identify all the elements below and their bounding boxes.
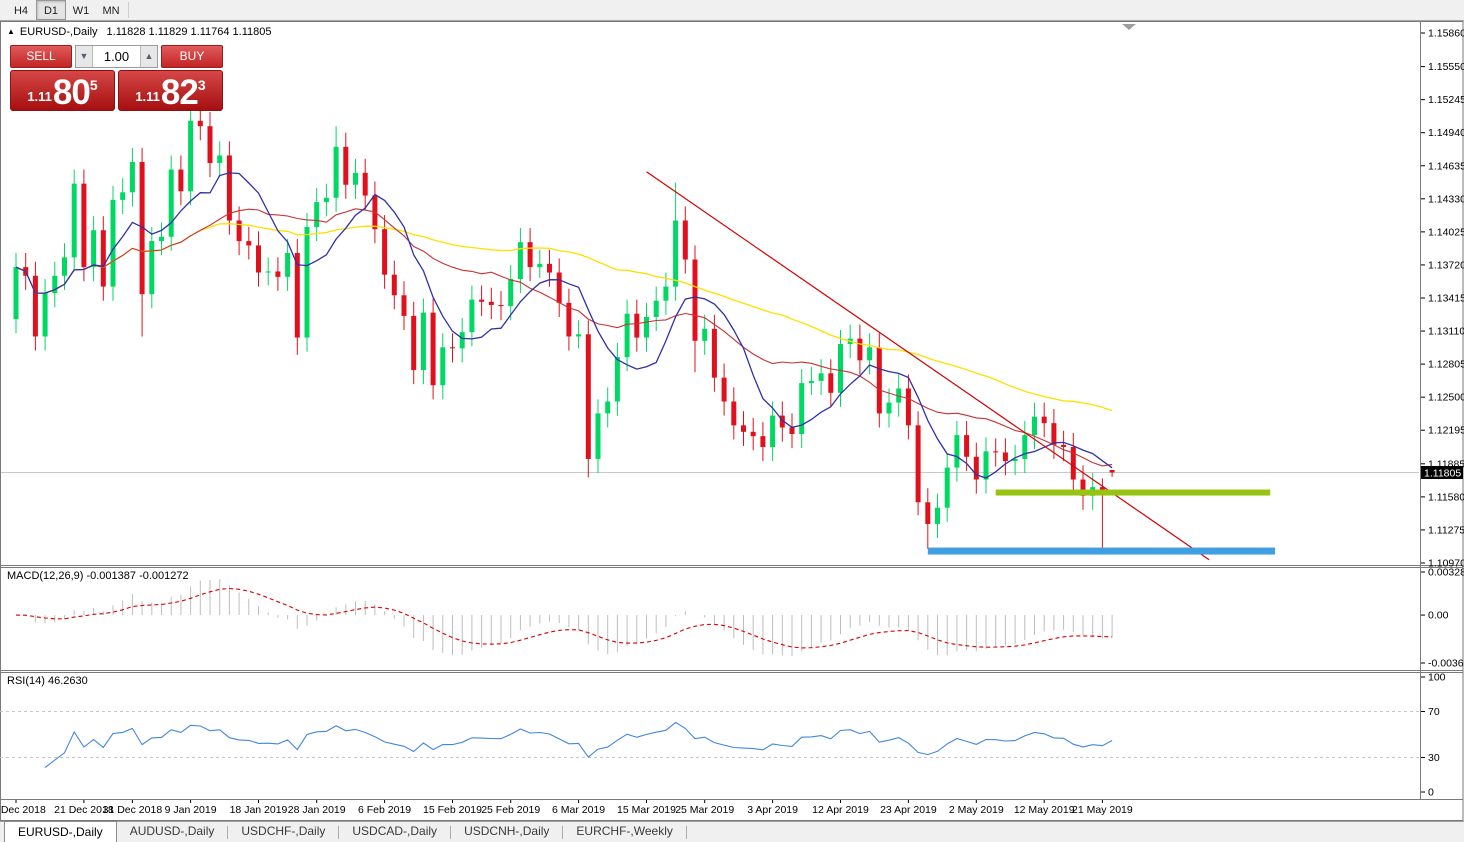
svg-text:0: 0 (1428, 787, 1434, 799)
sell-price-box[interactable]: 1.11 80 5 (10, 70, 115, 111)
buy-price-pipette: 3 (198, 77, 206, 93)
svg-text:25 Mar 2019: 25 Mar 2019 (675, 804, 734, 816)
sell-price-pipette: 5 (90, 77, 98, 93)
timeframe-toolbar: H4 D1 W1 MN (0, 0, 1464, 21)
price-tick-label: 1.11275 (1428, 524, 1464, 536)
price-tick-label: 1.12500 (1428, 392, 1464, 404)
price-tick-label: 1.14330 (1428, 193, 1464, 205)
svg-text:21 May 2019: 21 May 2019 (1072, 804, 1133, 816)
price-tick-label: 1.14940 (1428, 127, 1464, 139)
price-tick-label: 1.12805 (1428, 359, 1464, 371)
buy-price-prefix: 1.11 (135, 89, 160, 104)
svg-text:12 May 2019: 12 May 2019 (1014, 804, 1075, 816)
buy-price-digits: 82 (161, 76, 198, 109)
chart-ohlc-values: 1.11828 1.11829 1.11764 1.11805 (107, 26, 272, 38)
volume-down-icon[interactable]: ▼ (76, 46, 93, 67)
tab-usdcnh-daily[interactable]: USDCNH-,Daily (451, 822, 562, 842)
price-tick-label: 1.13415 (1428, 292, 1464, 304)
svg-text:1.11805: 1.11805 (1424, 467, 1461, 479)
toolbar-separator (128, 2, 129, 18)
ma-fast-line (16, 173, 1112, 478)
collapse-triangle-icon[interactable]: ▲ (7, 27, 15, 36)
svg-text:0.00: 0.00 (1428, 610, 1449, 622)
candles-layer (14, 108, 1115, 553)
buy-button[interactable]: BUY (161, 45, 223, 68)
svg-text:70: 70 (1428, 706, 1440, 718)
svg-text:25 Feb 2019: 25 Feb 2019 (481, 804, 540, 816)
macd-label: MACD(12,26,9) -0.001387 -0.001272 (7, 570, 189, 582)
volume-input[interactable] (93, 46, 140, 67)
one-click-trading-panel: SELL ▼ ▲ BUY 1.11 80 5 1.11 82 3 (10, 45, 223, 111)
svg-text:0.003287: 0.003287 (1428, 567, 1464, 579)
price-tick-label: 1.13720 (1428, 259, 1464, 271)
price-tick-label: 1.14635 (1428, 160, 1464, 172)
tab-usdcad-daily[interactable]: USDCAD-,Daily (339, 822, 450, 842)
price-tick-label: 1.14025 (1428, 226, 1464, 238)
svg-text:2 May 2019: 2 May 2019 (949, 804, 1004, 816)
price-tick-label: 1.15860 (1428, 28, 1464, 40)
chart-ohlc-header: ▲ EURUSD-,Daily 1.11828 1.11829 1.11764 1.… (7, 26, 272, 38)
tab-audusd-daily[interactable]: AUDUSD-,Daily (117, 822, 228, 842)
rsi-label: RSI(14) 46.2630 (7, 675, 88, 687)
volume-spinner: ▼ ▲ (75, 45, 158, 68)
timeframe-mn-button[interactable]: MN (96, 0, 126, 20)
rsi-pane (0, 677, 1425, 792)
svg-text:18 Jan 2019: 18 Jan 2019 (230, 804, 288, 816)
svg-text:3 Apr 2019: 3 Apr 2019 (747, 804, 798, 816)
svg-text:28 Jan 2019: 28 Jan 2019 (288, 804, 346, 816)
price-tick-label: 1.12195 (1428, 425, 1464, 437)
svg-text:15 Mar 2019: 15 Mar 2019 (617, 804, 676, 816)
buy-price-box[interactable]: 1.11 82 3 (118, 70, 223, 111)
svg-text:23 Apr 2019: 23 Apr 2019 (880, 804, 937, 816)
price-tick-label: 1.13110 (1428, 326, 1464, 338)
tab-eurchf-weekly[interactable]: EURCHF-,Weekly (563, 822, 685, 842)
timeframe-d1-button[interactable]: D1 (36, 0, 66, 20)
timeframe-h4-button[interactable]: H4 (6, 0, 36, 20)
svg-text:6 Mar 2019: 6 Mar 2019 (552, 804, 605, 816)
price-tick-label: 1.15245 (1428, 94, 1464, 106)
blue-support-line[interactable] (928, 548, 1275, 555)
chart-symbol-period: EURUSD-,Daily (20, 26, 98, 38)
svg-text:30: 30 (1428, 752, 1440, 764)
rsi-line (45, 722, 1112, 767)
ma-mid-line (16, 209, 1112, 466)
date-axis[interactable] (16, 800, 1102, 803)
svg-text:12 Dec 2018: 12 Dec 2018 (0, 804, 46, 816)
svg-text:31 Dec 2018: 31 Dec 2018 (103, 804, 163, 816)
svg-text:9 Jan 2019: 9 Jan 2019 (165, 804, 217, 816)
price-tick-label: 1.15550 (1428, 61, 1464, 73)
ma-slow-line (16, 224, 1112, 411)
timeframe-w1-button[interactable]: W1 (66, 0, 96, 20)
tab-eurusd-daily[interactable]: EURUSD-,Daily (4, 821, 117, 842)
volume-up-icon[interactable]: ▲ (140, 46, 157, 67)
sell-price-prefix: 1.11 (27, 89, 52, 104)
price-tick-label: 1.11580 (1428, 491, 1464, 503)
tab-separator (686, 826, 687, 839)
svg-text:12 Apr 2019: 12 Apr 2019 (812, 804, 869, 816)
svg-text:15 Feb 2019: 15 Feb 2019 (423, 804, 482, 816)
chart-canvas[interactable]: 1.15860 1.15550 1.15245 1.14940 1.14635 1.143… (0, 0, 1464, 842)
svg-text:6 Feb 2019: 6 Feb 2019 (358, 804, 411, 816)
macd-pane (16, 572, 1425, 663)
trading-platform-window: { "toolbar": { "timeframes": [ {"label":… (0, 0, 1464, 842)
price-pane-layer (0, 108, 1420, 560)
chart-tabs-bar: EURUSD-,Daily AUDUSD-,Daily USDCHF-,Dail… (0, 821, 1464, 842)
tab-usdchf-daily[interactable]: USDCHF-,Daily (228, 822, 338, 842)
svg-text:100: 100 (1428, 672, 1446, 684)
svg-text:-0.003659: -0.003659 (1428, 658, 1464, 670)
scroll-to-end-icon[interactable] (1122, 24, 1136, 30)
sell-button[interactable]: SELL (10, 45, 72, 68)
green-support-line[interactable] (996, 490, 1271, 496)
sell-price-digits: 80 (53, 76, 90, 109)
